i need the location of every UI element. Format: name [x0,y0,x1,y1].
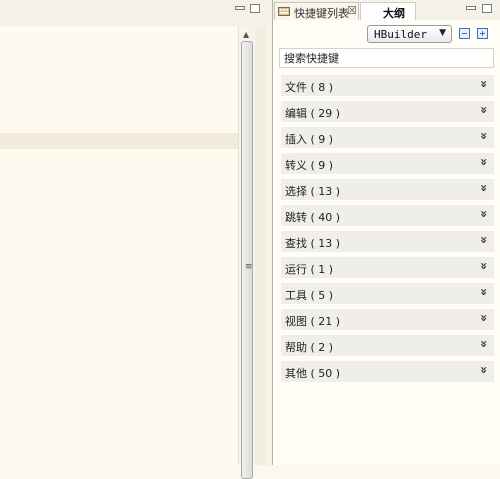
minimize-icon[interactable] [466,6,476,10]
double-chevron-down-icon[interactable]: » [477,236,491,244]
keymap-scheme-value: HBuilder [374,28,427,41]
group-escape[interactable]: 转义 ( 9 ) » [281,153,494,174]
group-label: 查找 ( 13 ) [285,237,341,250]
double-chevron-down-icon[interactable]: » [477,210,491,218]
group-jump[interactable]: 跳转 ( 40 ) » [281,205,494,226]
maximize-icon[interactable] [250,4,260,13]
tab-outline-label: 大纲 [383,7,405,20]
scrollbar-thumb[interactable]: ≡ [241,41,253,479]
search-field[interactable] [279,48,494,68]
double-chevron-down-icon[interactable]: » [477,288,491,296]
double-chevron-down-icon[interactable]: » [477,262,491,270]
group-label: 文件 ( 8 ) [285,81,334,94]
group-label: 其他 ( 50 ) [285,367,341,380]
grip-icon: ≡ [245,262,253,272]
group-label: 跳转 ( 40 ) [285,211,341,224]
tab-shortcut-list[interactable]: 快捷键列表 ☒ [274,2,359,20]
keymap-scheme-select[interactable]: HBuilder ▼ [367,25,452,43]
double-chevron-down-icon[interactable]: » [477,158,491,166]
double-chevron-down-icon[interactable]: » [477,106,491,114]
double-chevron-down-icon[interactable]: » [477,366,491,374]
group-label: 工具 ( 5 ) [285,289,334,302]
double-chevron-down-icon[interactable]: » [477,80,491,88]
editor-text-area[interactable] [0,26,238,465]
double-chevron-down-icon[interactable]: » [477,314,491,322]
group-label: 帮助 ( 2 ) [285,341,334,354]
shortcut-list-content: HBuilder ▼ 文件 ( 8 ) » 编辑 ( 29 ) » 插入 ( 9… [273,20,500,465]
pane-sash[interactable] [255,26,266,465]
group-label: 插入 ( 9 ) [285,133,334,146]
editor-title-bar [0,0,266,26]
maximize-icon[interactable] [482,4,492,13]
group-file[interactable]: 文件 ( 8 ) » [281,75,494,96]
group-insert[interactable]: 插入 ( 9 ) » [281,127,494,148]
group-run[interactable]: 运行 ( 1 ) » [281,257,494,278]
group-edit[interactable]: 编辑 ( 29 ) » [281,101,494,122]
group-help[interactable]: 帮助 ( 2 ) » [281,335,494,356]
expand-all-icon[interactable] [477,28,488,39]
keyboard-list-icon [278,7,290,16]
scroll-up-arrow-icon[interactable]: ▲ [243,30,249,39]
group-tools[interactable]: 工具 ( 5 ) » [281,283,494,304]
group-label: 转义 ( 9 ) [285,159,334,172]
shortcut-toolbar: HBuilder ▼ [273,20,500,46]
group-select[interactable]: 选择 ( 13 ) » [281,179,494,200]
search-input[interactable] [280,49,493,67]
double-chevron-down-icon[interactable]: » [477,184,491,192]
double-chevron-down-icon[interactable]: » [477,132,491,140]
editor-pane[interactable]: ▲ ≡ [0,0,266,479]
editor-vertical-scrollbar[interactable]: ▲ ≡ [238,26,256,479]
group-label: 选择 ( 13 ) [285,185,341,198]
minimize-icon[interactable] [235,6,245,10]
close-icon[interactable]: ☒ [347,4,357,17]
group-label: 编辑 ( 29 ) [285,107,341,120]
current-line-highlight [0,133,238,149]
group-other[interactable]: 其他 ( 50 ) » [281,361,494,382]
double-chevron-down-icon[interactable]: » [477,340,491,348]
collapse-all-icon[interactable] [459,28,470,39]
tab-outline[interactable]: 大纲 [360,2,416,20]
shortcut-panel: 快捷键列表 ☒ 大纲 HBuilder ▼ 文件 ( 8 ) » 编辑 ( 29… [266,0,500,465]
group-find[interactable]: 查找 ( 13 ) » [281,231,494,252]
shortcut-group-list: 文件 ( 8 ) » 编辑 ( 29 ) » 插入 ( 9 ) » 转义 ( 9… [281,75,494,387]
tab-shortcut-list-label: 快捷键列表 [294,7,349,20]
group-label: 运行 ( 1 ) [285,263,334,276]
group-view[interactable]: 视图 ( 21 ) » [281,309,494,330]
dropdown-arrow-icon: ▼ [439,28,446,38]
group-label: 视图 ( 21 ) [285,315,341,328]
